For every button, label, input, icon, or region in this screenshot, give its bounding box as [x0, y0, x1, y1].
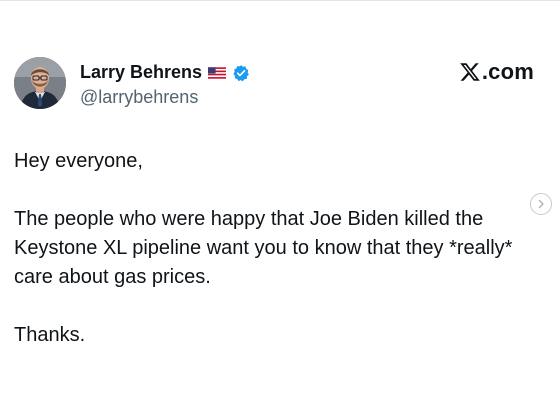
- author-handle[interactable]: @larrybehrens: [80, 87, 198, 108]
- tweet-text: Hey everyone, The people who were happy …: [14, 147, 534, 379]
- brand-logo: .com: [459, 59, 534, 85]
- tweet-paragraph: The people who were happy that Joe Biden…: [14, 208, 513, 288]
- verified-badge-icon: [233, 64, 249, 81]
- author-display-name[interactable]: Larry Behrens: [80, 62, 202, 83]
- avatar[interactable]: [14, 57, 66, 109]
- tweet-card: Larry Behrens @larrybehrens .com Hey eve…: [0, 0, 560, 400]
- brand-suffix: .com: [481, 59, 534, 84]
- tweet-paragraph: Hey everyone,: [14, 150, 143, 172]
- next-slide-button[interactable]: [530, 193, 552, 215]
- x-logo-icon: [460, 63, 480, 81]
- author-name-row: Larry Behrens: [80, 62, 250, 83]
- avatar-photo: [14, 57, 66, 109]
- tweet-paragraph: Thanks.: [14, 324, 86, 346]
- us-flag-icon: [208, 66, 227, 79]
- chevron-right-icon: [538, 199, 544, 209]
